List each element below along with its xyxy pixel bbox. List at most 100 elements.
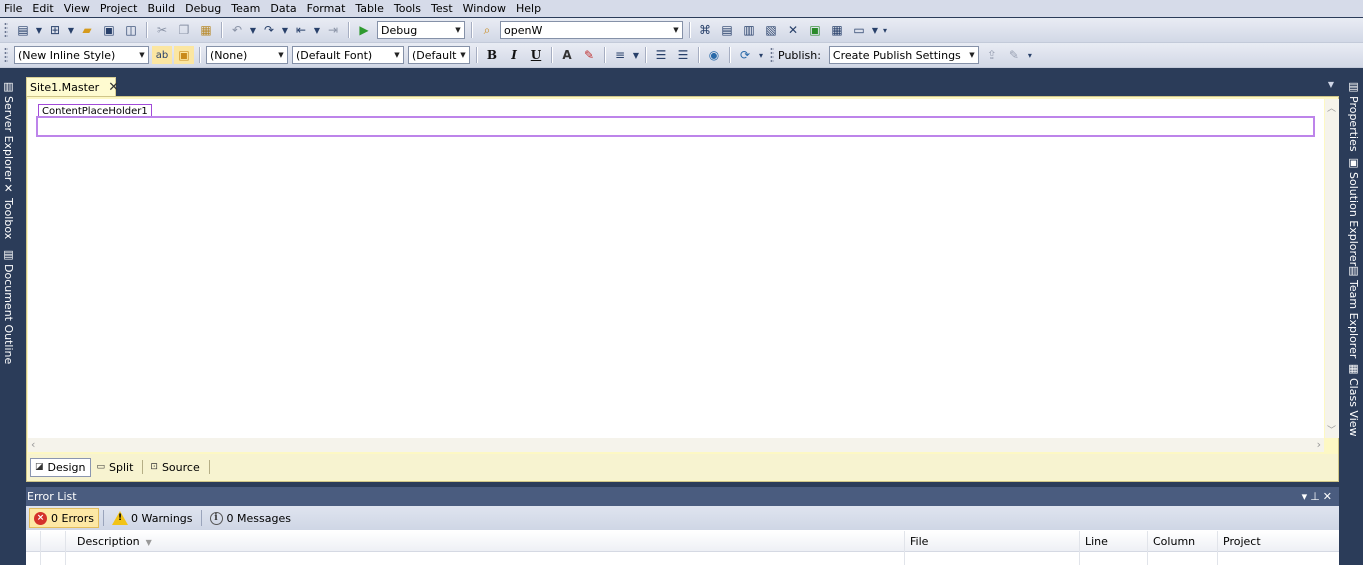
style-application-icon[interactable]: ab <box>152 46 172 64</box>
tab-team-explorer[interactable]: ▥ Team Explorer <box>1345 262 1363 358</box>
navigate-back-icon[interactable]: ⇤ <box>291 21 311 39</box>
column-header-file[interactable]: File <box>904 531 1077 552</box>
menu-project[interactable]: Project <box>95 0 143 17</box>
close-icon[interactable]: ✕ <box>1323 490 1335 503</box>
hyperlink-icon[interactable]: ◉ <box>704 46 724 64</box>
column-header-description[interactable]: Description ▼ <box>65 531 901 552</box>
publish-edit-icon[interactable]: ✎ <box>1004 46 1024 64</box>
chevron-down-icon[interactable]: ▼ <box>280 21 290 39</box>
window-position-icon[interactable]: ▾ <box>1302 490 1311 503</box>
highlight-color-icon[interactable]: ✎ <box>579 46 599 64</box>
tab-document-outline[interactable]: ▤ Document Outline <box>0 246 18 364</box>
design-view-button[interactable]: ◪ Design <box>30 457 91 477</box>
find-icon[interactable]: ⌘ <box>695 21 715 39</box>
menu-team[interactable]: Team <box>226 0 265 17</box>
menu-build[interactable]: Build <box>142 0 180 17</box>
paste-icon[interactable]: ▦ <box>196 21 216 39</box>
cut-icon[interactable]: ✂ <box>152 21 172 39</box>
design-surface[interactable]: ContentPlaceHolder1 <box>28 99 1324 438</box>
start-page-icon[interactable]: ▣ <box>805 21 825 39</box>
bold-button[interactable]: B <box>482 46 502 64</box>
chevron-down-icon[interactable]: ▼ <box>34 21 44 39</box>
italic-button[interactable]: I <box>504 46 524 64</box>
solution-configuration-select[interactable]: Debug ▼ <box>377 21 465 39</box>
close-icon[interactable]: ✕ <box>108 80 119 95</box>
toolbox-icon[interactable]: ✕ <box>783 21 803 39</box>
menu-data[interactable]: Data <box>265 0 301 17</box>
content-placeholder-box[interactable] <box>36 116 1315 137</box>
menu-file[interactable]: File <box>0 0 27 17</box>
bulleted-list-icon[interactable]: ☰ <box>673 46 693 64</box>
undo-icon[interactable]: ↶ <box>227 21 247 39</box>
horizontal-scrollbar[interactable]: ‹ › <box>28 438 1324 452</box>
solution-explorer-icon[interactable]: ▤ <box>717 21 737 39</box>
column-header-column[interactable]: Column <box>1147 531 1217 552</box>
pin-icon[interactable]: ⊥ <box>1310 490 1323 503</box>
numbered-list-icon[interactable]: ☰ <box>651 46 671 64</box>
publish-web-icon[interactable]: ⟳ <box>735 46 755 64</box>
extension-manager-icon[interactable]: ▦ <box>827 21 847 39</box>
tab-server-explorer[interactable]: ▥ Server Explorer <box>0 78 18 181</box>
navigate-forward-icon[interactable]: ⇥ <box>323 21 343 39</box>
command-window-icon[interactable]: ▭ <box>849 21 869 39</box>
save-all-icon[interactable]: ◫ <box>121 21 141 39</box>
tab-class-view[interactable]: ▦ Class View <box>1345 360 1363 437</box>
chevron-down-icon[interactable]: ▼ <box>312 21 322 39</box>
copy-icon[interactable]: ❐ <box>174 21 194 39</box>
chevron-down-icon[interactable]: ▼ <box>631 46 641 64</box>
font-name-select[interactable]: (Default Font) ▼ <box>292 46 404 64</box>
source-view-button[interactable]: ⊡ Source <box>146 458 203 477</box>
menu-table[interactable]: Table <box>350 0 388 17</box>
justify-left-icon[interactable]: ≡ <box>610 46 630 64</box>
find-in-files-icon[interactable]: ⌕ <box>477 21 497 39</box>
split-view-button[interactable]: ▭ Split <box>93 458 138 477</box>
target-rule-select[interactable]: (New Inline Style) ▼ <box>14 46 149 64</box>
toolbar-grip[interactable] <box>770 47 774 63</box>
reuse-styles-icon[interactable]: ▣ <box>174 46 194 64</box>
redo-icon[interactable]: ↷ <box>259 21 279 39</box>
publish-web-button-icon[interactable]: ⇪ <box>982 46 1002 64</box>
chevron-down-icon[interactable]: ▼ <box>1328 80 1334 89</box>
menu-help[interactable]: Help <box>511 0 546 17</box>
scroll-right-icon[interactable]: › <box>1317 438 1321 451</box>
toolbar-overflow-icon[interactable]: ▾ <box>880 21 890 39</box>
toolbar-overflow-icon[interactable]: ▾ <box>1025 46 1035 64</box>
tab-site1-master[interactable]: Site1.Master ✕ <box>26 77 119 97</box>
publish-settings-select[interactable]: Create Publish Settings ▼ <box>828 46 979 64</box>
column-header-line[interactable]: Line <box>1079 531 1147 552</box>
toolbar-grip[interactable] <box>4 47 8 63</box>
scroll-down-icon[interactable]: ﹀ <box>1327 423 1336 436</box>
vertical-scrollbar[interactable]: ︿ ﹀ <box>1325 99 1339 438</box>
tab-properties[interactable]: ▤ Properties <box>1345 78 1363 152</box>
scroll-left-icon[interactable]: ‹ <box>31 438 35 451</box>
tab-solution-explorer[interactable]: ▣ Solution Explorer <box>1345 154 1363 266</box>
menu-view[interactable]: View <box>59 0 95 17</box>
menu-tools[interactable]: Tools <box>389 0 426 17</box>
menu-debug[interactable]: Debug <box>180 0 226 17</box>
properties-icon[interactable]: ▥ <box>739 21 759 39</box>
warnings-filter-button[interactable]: ! 0 Warnings <box>108 508 196 528</box>
messages-filter-button[interactable]: i 0 Messages <box>206 508 295 528</box>
menu-format[interactable]: Format <box>302 0 351 17</box>
column-header-category[interactable] <box>26 531 40 552</box>
chevron-down-icon[interactable]: ▼ <box>870 21 880 39</box>
toolbar-overflow-icon[interactable]: ▾ <box>756 46 766 64</box>
menu-window[interactable]: Window <box>458 0 511 17</box>
error-list-title-bar[interactable]: Error List ▾⊥✕ <box>26 487 1339 506</box>
column-header-project[interactable]: Project <box>1217 531 1339 552</box>
object-browser-icon[interactable]: ▧ <box>761 21 781 39</box>
tab-toolbox[interactable]: ✕ Toolbox <box>0 180 18 242</box>
find-combo[interactable]: openW ▼ <box>500 21 683 39</box>
start-debugging-icon[interactable]: ▶ <box>354 21 374 39</box>
add-item-icon[interactable]: ⊞ <box>45 21 65 39</box>
underline-button[interactable]: U <box>526 46 546 64</box>
save-icon[interactable]: ▣ <box>99 21 119 39</box>
toolbar-grip[interactable] <box>4 22 8 38</box>
block-format-select[interactable]: (None) ▼ <box>206 46 288 64</box>
scroll-up-icon[interactable]: ︿ <box>1327 101 1336 114</box>
font-size-select[interactable]: (Default ▼ <box>408 46 470 64</box>
column-header-order[interactable] <box>40 531 65 552</box>
errors-filter-button[interactable]: × 0 Errors <box>29 508 100 528</box>
open-file-icon[interactable]: ▰ <box>77 21 97 39</box>
chevron-down-icon[interactable]: ▼ <box>248 21 258 39</box>
